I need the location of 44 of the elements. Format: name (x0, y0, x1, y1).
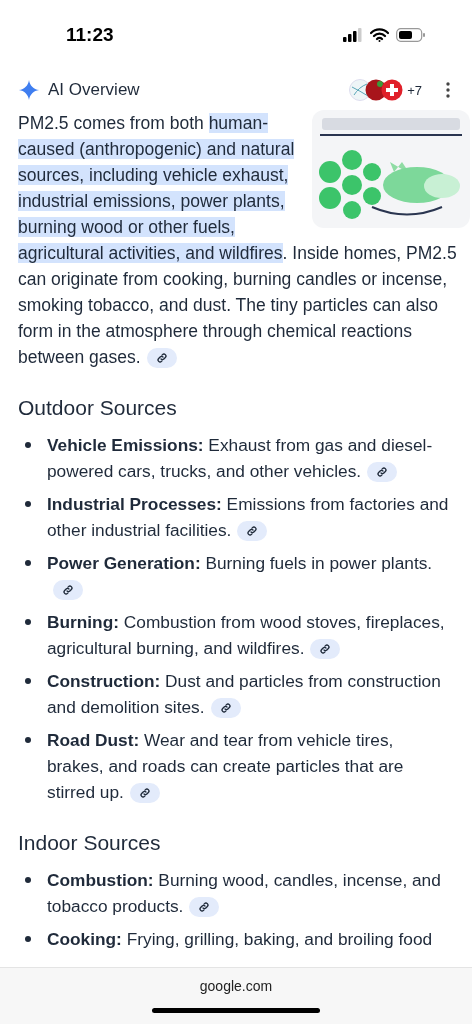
battery-icon (396, 28, 426, 42)
link-icon (155, 352, 168, 365)
link-button[interactable] (129, 783, 160, 804)
link-icon (198, 901, 211, 914)
bullet-icon (25, 936, 31, 942)
link-icon (246, 525, 259, 538)
list-item-text: Cooking: Frying, grilling, baking, and broiling food (47, 928, 433, 951)
list-item-text: Road Dust: Wear and tear from vehicle tires, brakes, and roads can create particles that are stirred up. (47, 729, 405, 805)
list-item-text: Vehicle Emissions: Exhaust from gas and diesel-powered cars, trucks, and other vehicles. (47, 434, 434, 484)
list-item-text: Industrial Processes: Emissions from factories and other industrial facilities. (47, 493, 450, 543)
url-text[interactable]: google.com (199, 978, 273, 994)
link-icon (62, 584, 74, 597)
wifi-icon (370, 28, 389, 42)
link-icon (138, 787, 151, 800)
bullet-icon (25, 877, 31, 883)
link-icon (376, 466, 389, 479)
bullet-icon (25, 678, 31, 684)
section-heading: Outdoor Sources (18, 396, 178, 420)
link-button[interactable] (189, 897, 220, 918)
list-item-text: Construction: Dust and particles from construction and demolition sites. (47, 670, 442, 720)
bullet-icon (25, 619, 31, 625)
sparkle-icon (18, 79, 40, 101)
link-button[interactable] (53, 580, 83, 601)
bullet-icon (25, 737, 31, 743)
bullet-icon (25, 442, 31, 448)
link-button[interactable] (210, 698, 241, 719)
link-button[interactable] (146, 348, 177, 369)
link-icon (319, 643, 332, 656)
source-avatar[interactable] (381, 79, 404, 101)
signal-icon (343, 28, 363, 42)
link-button[interactable] (237, 521, 268, 542)
bullet-icon (25, 560, 31, 566)
list-item-text: Power Generation: Burning fuels in power plants. (47, 550, 452, 602)
bullet-icon (25, 501, 31, 507)
source-count[interactable]: +7 (407, 82, 422, 98)
section-heading: Indoor Sources (18, 831, 162, 855)
link-button[interactable] (310, 639, 341, 660)
list-item-text: Combustion: Burning wood, candles, incense, and tobacco products. (47, 869, 442, 919)
link-icon (219, 702, 232, 715)
clock-time: 11:23 (66, 24, 114, 46)
overview-paragraph: PM2.5 comes from both human-caused (anthropogenic) and natural sources, including vehicle exhaust, industrial emissions, power plants, burning wood or other fuels, agricultural activities, and wildfires. Inside homes, PM2.5 can originate from cooking, burning candles or incense, smoking tobacco, and dust. The tiny particles can also form in the atmosphere through chemical reactions between gases. (18, 112, 458, 370)
list-item-text: Burning: Combustion from wood stoves, fireplaces, agricultural burning, and wildfires. (47, 611, 446, 661)
link-button[interactable] (367, 462, 398, 483)
overview-title: AI Overview (48, 80, 141, 100)
